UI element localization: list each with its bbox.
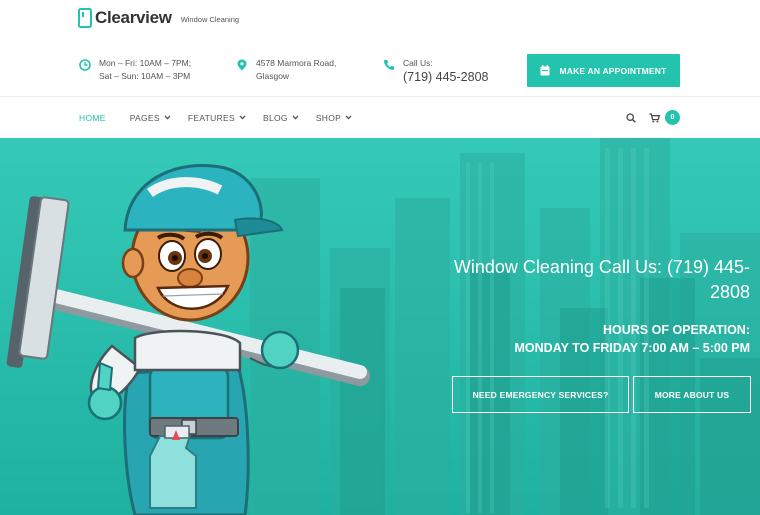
location-pin-icon bbox=[237, 59, 247, 71]
chevron-down-icon bbox=[345, 115, 352, 120]
logo-window-icon bbox=[78, 8, 92, 28]
make-appointment-label: MAKE AN APPOINTMENT bbox=[559, 65, 667, 76]
hero-hours-line-1: HOURS OF OPERATION: bbox=[603, 323, 750, 337]
emergency-services-button[interactable]: NEED EMERGENCY SERVICES? bbox=[452, 376, 629, 413]
nav-item-label: PAGES bbox=[129, 112, 160, 123]
header-address: 4578 Marmora Road, Glasgow bbox=[236, 57, 336, 83]
nav-item-label: SHOP bbox=[315, 112, 342, 123]
cart-icon[interactable] bbox=[649, 112, 660, 123]
top-header: Clearview Window Cleaning Mon – Fri: 10A… bbox=[0, 0, 760, 96]
nav-item-pages[interactable]: PAGES bbox=[130, 113, 171, 123]
phone-icon bbox=[383, 60, 394, 71]
phone-label: Call Us: bbox=[403, 58, 433, 68]
nav-item-label: BLOG bbox=[262, 112, 288, 123]
hero-hours: HOURS OF OPERATION: MONDAY TO FRIDAY 7:0… bbox=[405, 321, 751, 357]
more-about-us-label: MORE ABOUT US bbox=[654, 389, 730, 400]
phone-number[interactable]: (719) 445-2808 bbox=[403, 70, 488, 85]
hero-headline: Window Cleaning Call Us: (719) 445- 2808 bbox=[405, 255, 750, 305]
hero-hours-line-2: MONDAY TO FRIDAY 7:00 AM – 5:00 PM bbox=[514, 341, 751, 355]
hero-headline-line-1: Window Cleaning Call Us: (719) 445- bbox=[453, 257, 750, 277]
cart-count-badge[interactable]: 0 bbox=[665, 110, 680, 125]
chevron-down-icon bbox=[239, 115, 246, 120]
nav-item-label: HOME bbox=[79, 112, 106, 123]
header-hours: Mon – Fri: 10AM – 7PM; Sat – Sun: 10AM –… bbox=[79, 57, 191, 83]
header-phone: Call Us: (719) 445-2808 bbox=[383, 57, 488, 85]
nav-item-blog[interactable]: BLOG bbox=[263, 113, 299, 123]
nav-item-features[interactable]: FEATURES bbox=[188, 113, 246, 123]
brand-tagline: Window Cleaning bbox=[180, 15, 240, 24]
window-cleaner-mascot bbox=[6, 164, 370, 515]
hero-banner: Window Cleaning Call Us: (719) 445- 2808… bbox=[0, 138, 760, 515]
nav-item-home[interactable]: HOME bbox=[79, 113, 106, 123]
logo[interactable]: Clearview Window Cleaning bbox=[78, 8, 239, 28]
chevron-down-icon bbox=[164, 115, 171, 120]
chevron-down-icon bbox=[292, 115, 299, 120]
main-navigation: HOME PAGES FEATURES BLOG SHOP 0 bbox=[0, 96, 760, 138]
nav-item-label: FEATURES bbox=[187, 112, 235, 123]
more-about-us-button[interactable]: MORE ABOUT US bbox=[633, 376, 751, 413]
make-appointment-button[interactable]: MAKE AN APPOINTMENT bbox=[527, 54, 680, 87]
clock-icon bbox=[79, 59, 91, 71]
hours-line-1: Mon – Fri: 10AM – 7PM; bbox=[99, 58, 192, 68]
brand-name: Clearview bbox=[95, 8, 172, 27]
calendar-icon bbox=[540, 65, 550, 76]
hours-line-2: Sat – Sun: 10AM – 3PM bbox=[99, 71, 191, 81]
hero-headline-line-2: 2808 bbox=[709, 282, 750, 302]
nav-item-shop[interactable]: SHOP bbox=[316, 113, 352, 123]
address-line-1: 4578 Marmora Road, bbox=[256, 58, 337, 68]
emergency-services-label: NEED EMERGENCY SERVICES? bbox=[472, 389, 609, 400]
search-icon[interactable] bbox=[626, 112, 636, 123]
address-line-2: Glasgow bbox=[256, 71, 290, 81]
